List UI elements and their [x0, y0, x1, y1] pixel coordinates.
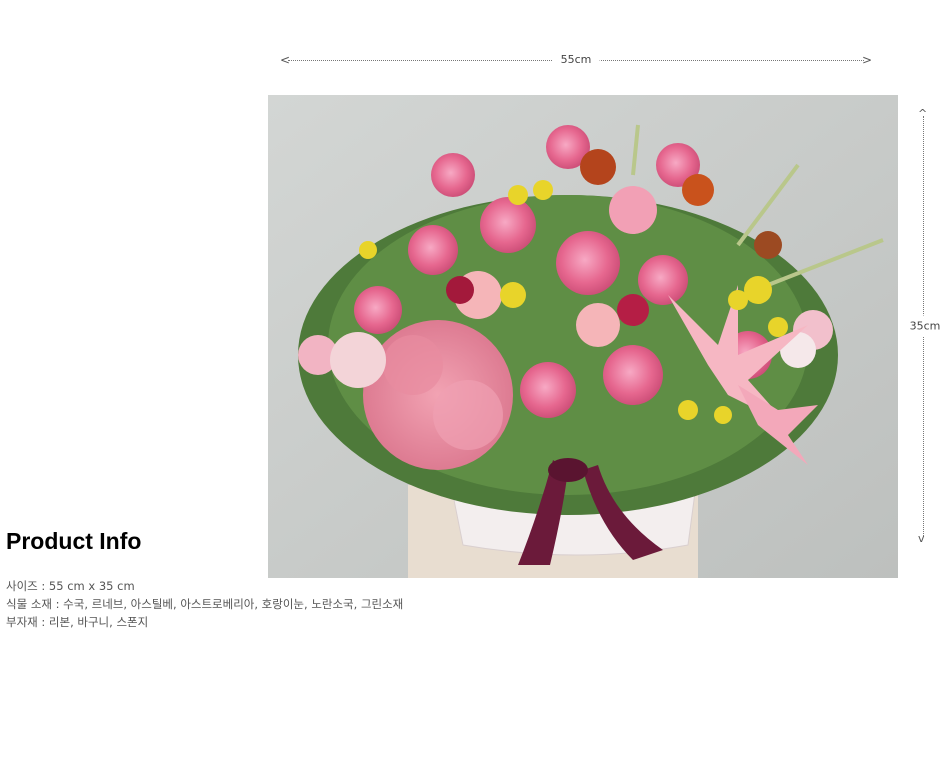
product-photo	[268, 95, 898, 578]
height-dimension: ^ 35cm v	[908, 107, 942, 545]
product-info-details: 사이즈 : 55 cm x 35 cm 식물 소재 : 수국, 르네브, 아스틸…	[6, 577, 403, 631]
down-arrow-icon: v	[918, 532, 925, 545]
width-label: 55cm	[552, 52, 600, 68]
up-arrow-icon: ^	[918, 107, 928, 120]
width-dimension: < 55cm >	[280, 52, 872, 68]
accessories-info: 부자재 : 리본, 바구니, 스폰지	[6, 615, 149, 629]
size-info: 사이즈 : 55 cm x 35 cm	[6, 579, 135, 593]
left-arrow-icon: <	[280, 53, 291, 67]
flower-basket-image	[268, 95, 898, 578]
right-arrow-icon: >	[861, 53, 872, 67]
product-info-title: Product Info	[6, 528, 142, 554]
height-label: 35cm	[908, 315, 942, 337]
plant-materials-info: 식물 소재 : 수국, 르네브, 아스틸베, 아스트로베리아, 호랑이눈, 노란…	[6, 597, 404, 611]
